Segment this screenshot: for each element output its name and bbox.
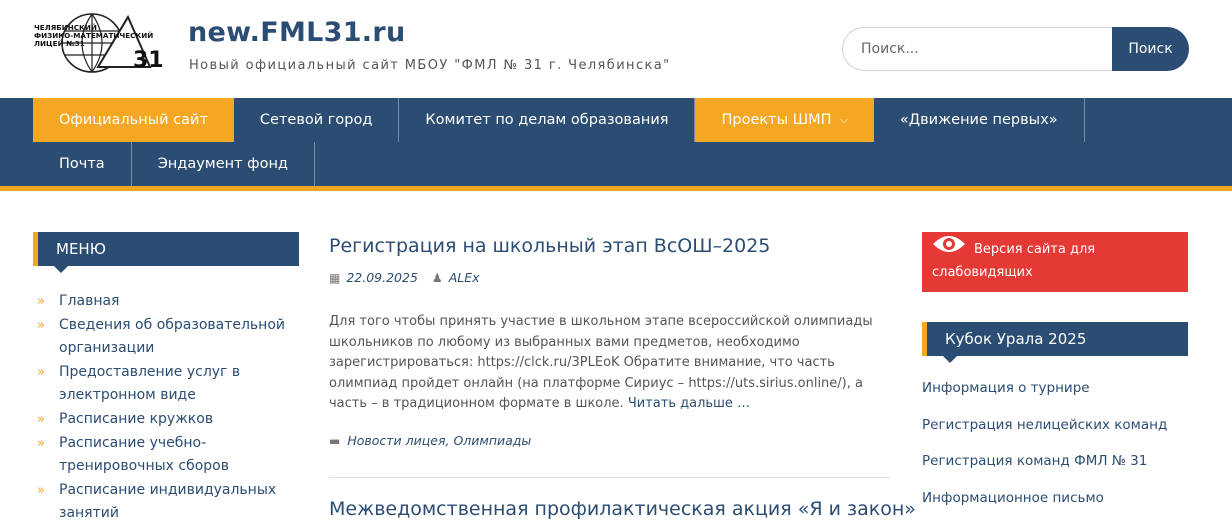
left-menu-list: » Главная » Сведения об образовательной ор…: [37, 290, 299, 523]
nav-accent-bar: [0, 186, 1232, 191]
logo-number: 31: [133, 48, 164, 73]
double-chevron-right-icon: »: [37, 436, 45, 451]
left-menu-item-label: Главная: [59, 293, 120, 309]
post-categories: ▬ Новости лицея, Олимпиады: [329, 433, 532, 448]
ural-cup-widget-title: Кубок Урала 2025: [922, 322, 1188, 363]
post-excerpt-text: Для того чтобы принять участие в школьно…: [329, 314, 873, 411]
nav-item-label: Эндаумент фонд: [157, 156, 288, 172]
nav-item-network-city[interactable]: Сетевой город: [234, 98, 400, 142]
nav-item-official-site[interactable]: Официальный сайт: [33, 98, 234, 142]
nav-row-2: Почта Эндаумент фонд: [33, 142, 315, 186]
left-menu-title: МЕНЮ: [33, 232, 299, 273]
left-menu-item-home[interactable]: » Главная: [37, 290, 299, 313]
left-menu-item-training-schedule[interactable]: » Расписание учебно-тренировочных сборов: [37, 432, 299, 478]
post-meta: ▦ 22.09.2025 ♟ ALEx: [329, 270, 480, 285]
left-menu-item-label: Расписание индивидуальных занятий: [59, 482, 277, 521]
left-menu-item-e-services[interactable]: » Предоставление услуг в электронном виде: [37, 361, 299, 407]
left-menu-item-org-info[interactable]: » Сведения об образовательной организации: [37, 314, 299, 360]
low-vision-version-button[interactable]: Версия сайта для слабовидящих: [922, 232, 1188, 292]
category-link[interactable]: Новости лицея: [347, 433, 445, 448]
nav-item-label: Официальный сайт: [59, 112, 208, 128]
search-input[interactable]: [842, 27, 1118, 71]
left-menu-item-label: Сведения об образовательной организации: [59, 317, 285, 356]
site-header: 31 ЧЕЛЯБИНСКИЙ ФИЗИКО-МАТЕМАТИЧЕСКИЙ ЛИЦ…: [0, 0, 1232, 98]
logo-emblem-icon: 31 ЧЕЛЯБИНСКИЙ ФИЗИКО-МАТЕМАТИЧЕСКИЙ ЛИЦ…: [34, 13, 164, 73]
left-menu-item-label: Предоставление услуг в электронном виде: [59, 364, 241, 403]
nav-item-label: Почта: [59, 156, 105, 172]
post-divider: [329, 477, 890, 478]
post-title[interactable]: Межведомственная профилактическая акция …: [329, 498, 916, 520]
site-title[interactable]: new.FML31.ru: [188, 17, 406, 48]
left-menu-item-label: Расписание кружков: [59, 411, 214, 427]
category-link[interactable]: Олимпиады: [453, 433, 531, 448]
left-menu-item-clubs-schedule[interactable]: » Расписание кружков: [37, 408, 299, 431]
ural-cup-link-fml-registration[interactable]: Регистрация команд ФМЛ № 31: [922, 450, 1188, 487]
eye-icon: [932, 234, 966, 262]
site-logo[interactable]: 31 ЧЕЛЯБИНСКИЙ ФИЗИКО-МАТЕМАТИЧЕСКИЙ ЛИЦ…: [32, 11, 182, 75]
ural-cup-link-info-letter[interactable]: Информационное письмо: [922, 487, 1188, 523]
folder-icon: ▬: [329, 433, 341, 448]
post-excerpt: Для того чтобы принять участие в школьно…: [329, 312, 889, 415]
user-icon: ♟: [431, 270, 443, 285]
chevron-down-icon: ⌵: [839, 113, 848, 126]
nav-row-1: Официальный сайт Сетевой город Комитет п…: [33, 98, 1085, 142]
double-chevron-right-icon: »: [37, 412, 45, 427]
post-author[interactable]: ALEx: [449, 270, 480, 285]
nav-item-education-committee[interactable]: Комитет по делам образования: [399, 98, 696, 142]
left-menu-item-individual-schedule[interactable]: » Расписание индивидуальных занятий: [37, 479, 299, 523]
double-chevron-right-icon: »: [37, 483, 45, 498]
left-menu-item-label: Расписание учебно-тренировочных сборов: [59, 435, 229, 474]
main-navigation: Официальный сайт Сетевой город Комитет п…: [0, 98, 1232, 186]
nav-item-mail[interactable]: Почта: [33, 142, 132, 186]
logo-line-3: ЛИЦЕЙ №31: [34, 39, 85, 48]
calendar-icon: ▦: [329, 270, 341, 285]
nav-item-movement-first[interactable]: «Движение первых»: [874, 98, 1085, 142]
nav-item-label: «Движение первых»: [899, 112, 1058, 128]
nav-item-label: Комитет по делам образования: [425, 112, 669, 128]
site-tagline: Новый официальный сайт МБОУ "ФМЛ № 31 г.…: [189, 58, 671, 73]
nav-item-shmp-projects[interactable]: Проекты ШМП ⌵: [695, 98, 874, 142]
search-button[interactable]: Поиск: [1112, 27, 1189, 71]
nav-item-endowment-fund[interactable]: Эндаумент фонд: [132, 142, 315, 186]
ural-cup-link-tournament-info[interactable]: Информация о турнире: [922, 377, 1188, 414]
nav-item-label: Сетевой город: [259, 112, 373, 128]
double-chevron-right-icon: »: [37, 294, 45, 309]
post-date[interactable]: 22.09.2025: [346, 270, 418, 285]
post-title[interactable]: Регистрация на школьный этап ВсОШ–2025: [329, 235, 909, 257]
nav-item-label: Проекты ШМП: [721, 112, 832, 128]
ural-cup-links: Информация о турнире Регистрация нелицей…: [922, 377, 1188, 523]
double-chevron-right-icon: »: [37, 318, 45, 333]
read-more-link[interactable]: Читать дальше …: [628, 396, 750, 411]
ural-cup-link-external-registration[interactable]: Регистрация нелицейских команд: [922, 414, 1188, 451]
double-chevron-right-icon: »: [37, 365, 45, 380]
